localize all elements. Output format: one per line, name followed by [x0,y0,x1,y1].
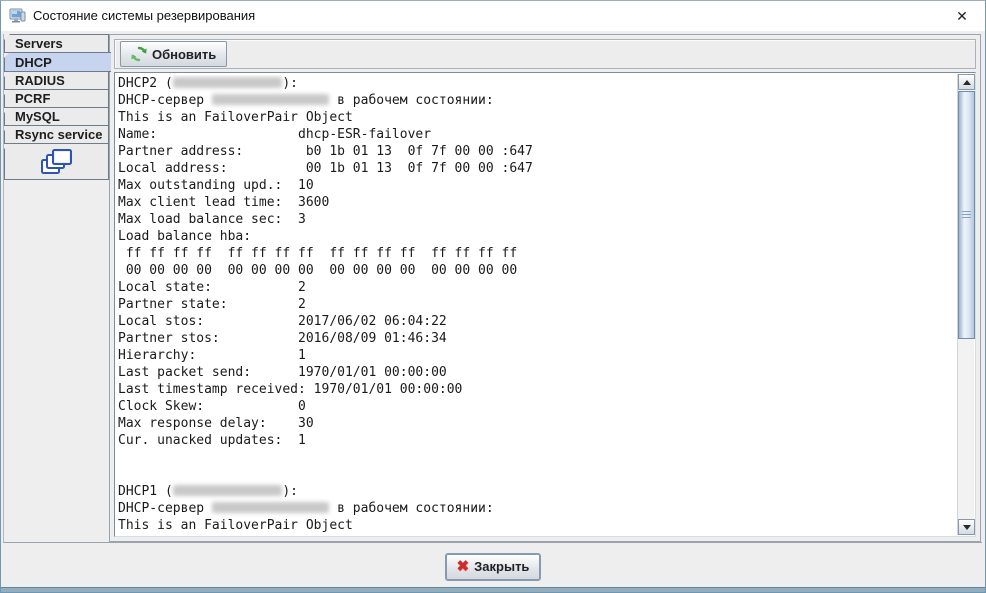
redacted-ip [211,502,330,513]
app-window: Состояние системы резервирования ✕ Serve… [0,0,986,593]
window-title: Состояние системы резервирования [33,8,256,23]
tab-label: MySQL [15,109,60,124]
tab-label: RADIUS [15,73,65,88]
console-line: This is an FailoverPair Object [118,518,353,533]
close-x-icon: ✖ [456,557,470,575]
tab-mysql[interactable]: MySQL [4,107,109,126]
refresh-button[interactable]: Обновить [120,41,228,67]
tab-radius[interactable]: RADIUS [4,71,109,90]
close-button[interactable]: ✖ Закрыть [444,552,542,581]
console-line: Local state: 2 [118,280,306,295]
console-line: Max load balance sec: 3 [118,212,306,227]
console-line: Name: dhcp-ESR-failover [118,127,432,142]
console-line: 00 00 00 00 00 00 00 00 00 00 00 00 00 0… [118,263,518,278]
titlebar: Состояние системы резервирования ✕ [1,1,985,31]
console-line: Load balance hba: [118,229,252,244]
tab-cascade[interactable] [4,143,109,180]
scroll-up-button[interactable] [958,74,975,90]
arrow-down-icon [962,524,971,530]
console-line: Clock Skew: 0 [118,399,306,414]
redacted-ip [211,94,330,105]
console-line: This is an FailoverPair Object [118,110,353,125]
tab-list: Servers DHCP RADIUS PCRF MySQL Rsync service [4,34,111,180]
cascade-windows-icon [40,148,72,174]
window-bottom-edge [1,587,985,592]
console-line: Hierarchy: 1 [118,348,306,363]
refresh-button-label: Обновить [152,46,217,62]
tab-label: Rsync service [15,127,103,142]
vertical-scrollbar[interactable] [957,74,975,535]
console-line: Cur. unacked updates: 1 [118,433,306,448]
console-line: Last timestamp received: 1970/01/01 00:0… [118,382,463,397]
console-line: DHCP-сервер в рабочем состоянии: [118,93,494,108]
console-line: Last packet send: 1970/01/01 00:00:00 [118,365,447,380]
tab-rsync-service[interactable]: Rsync service [4,125,109,144]
scroll-down-button[interactable] [958,519,975,535]
console-line: DHCP2 (): [118,76,299,91]
tab-servers[interactable]: Servers [4,34,109,53]
tab-label: DHCP [15,54,52,70]
toolbar: Обновить [114,39,976,69]
window-close-icon[interactable]: ✕ [939,1,985,31]
console-line: Local address: 00 1b 01 13 0f 7f 00 00 :… [118,161,533,176]
console-line: Partner stos: 2016/08/09 01:46:34 [118,331,447,346]
redacted-ip [172,77,283,88]
console-line: Max client lead time: 3600 [118,195,330,210]
console-line: Partner address: b0 1b 01 13 0f 7f 00 00… [118,144,533,159]
console-line: DHCP1 (): [118,484,299,499]
app-icon [9,8,26,23]
console-line: Partner state: 2 [118,297,306,312]
refresh-icon [131,46,147,62]
console-panel: DHCP2 (): DHCP-сервер в рабочем состоянии… [114,72,976,537]
console-line: Max outstanding upd.: 10 [118,178,314,193]
console-line: DHCP-сервер в рабочем состоянии: [118,501,494,516]
tab-label: Servers [15,36,63,51]
console-line: Max response delay: 30 [118,416,314,431]
console-line: ff ff ff ff ff ff ff ff ff ff ff ff ff f… [118,246,518,261]
tab-label: PCRF [15,91,51,106]
footer-panel: ✖ Закрыть [1,546,985,587]
scrollbar-thumb[interactable] [958,91,975,339]
tab-dhcp[interactable]: DHCP [4,52,111,72]
tab-pcrf[interactable]: PCRF [4,89,109,108]
console-line: Local stos: 2017/06/02 06:04:22 [118,314,447,329]
dhcp-tab-content: Обновить DHCP2 (): DHCP-сервер в рабочем … [109,34,981,542]
close-button-label: Закрыть [474,559,530,574]
arrow-up-icon [962,79,971,85]
redacted-ip [172,485,283,496]
console-output: DHCP2 (): DHCP-сервер в рабочем состоянии… [118,75,954,534]
